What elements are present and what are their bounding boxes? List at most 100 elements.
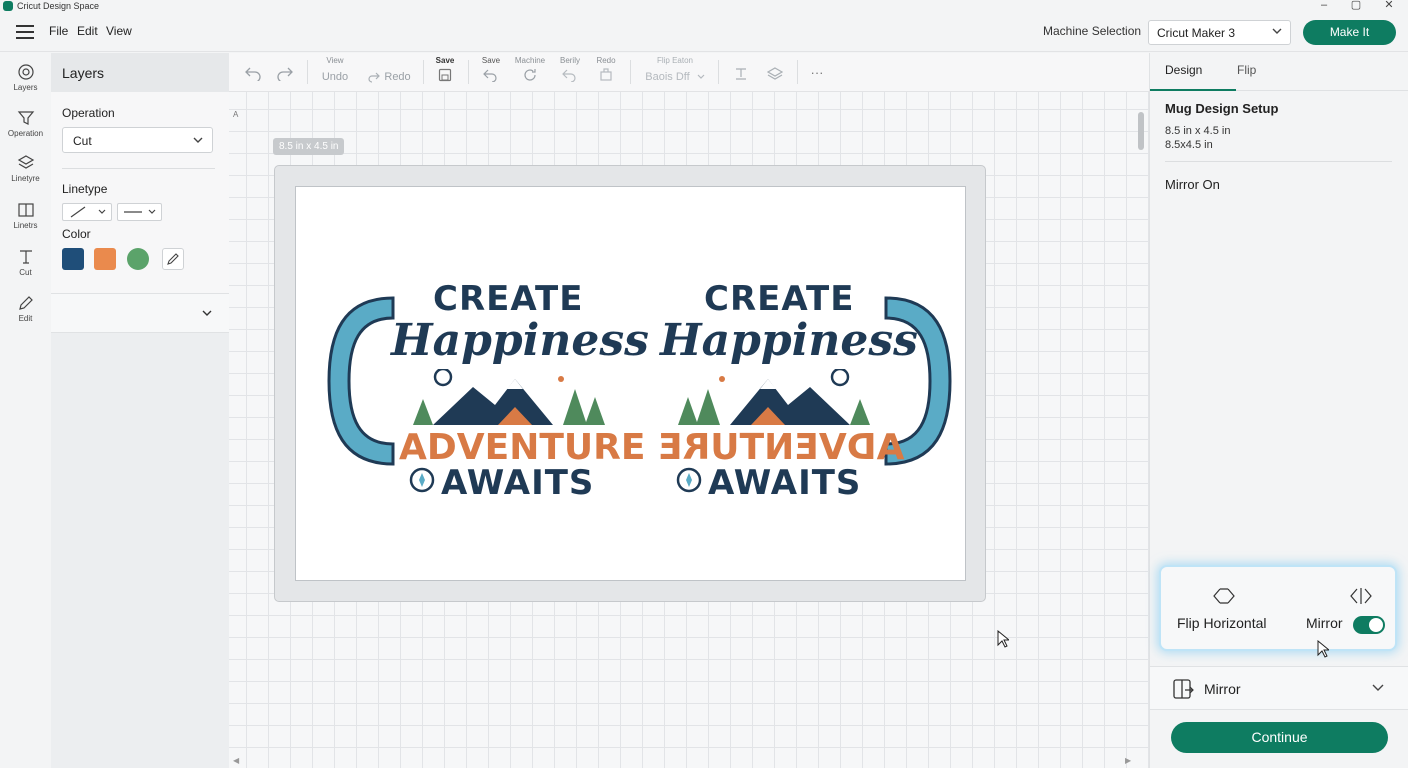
save2-caption: Save [481,56,501,65]
rail-label: Layers [13,83,38,92]
toolbar-separator [423,60,424,84]
berily-button[interactable]: Berily [555,53,585,92]
machine-select[interactable]: Cricut Maker 3 [1148,20,1291,45]
chevron-down-icon [193,137,203,143]
edit-toolbar: View Undo Redo Save Save Machine Berily … [229,53,1149,92]
machine-select-value: Cricut Maker 3 [1157,26,1236,40]
divider [1165,161,1392,162]
chevron-down-icon [1372,684,1384,691]
minimize-button[interactable]: – [1314,0,1334,12]
color-swatch-navy[interactable] [62,248,84,270]
design-left[interactable]: CREATE Happiness ADVENTURE AWAITS [323,277,649,507]
rail-text[interactable]: Cut [0,248,51,277]
undo-icon [562,69,576,82]
color-swatch-orange[interactable] [94,248,116,270]
vertical-scrollbar[interactable] [1138,112,1144,150]
maximize-button[interactable]: ▢ [1346,0,1366,12]
cricut-logo-icon [3,1,13,11]
layers-properties: Operation Cut Linetype Color [51,92,229,293]
more-options-button[interactable]: ··· [805,53,829,92]
close-window-button[interactable]: ✕ [1379,0,1399,12]
line-style-icon [70,206,106,218]
view-undo-button[interactable]: View Undo [317,53,353,92]
toggle-knob [1369,618,1383,632]
operation-select[interactable]: Cut [62,127,213,153]
layers-collapse-toggle[interactable] [51,293,229,333]
title-bar: Cricut Design Space – ▢ ✕ [0,0,1408,12]
design-text-adventure-mirrored: ADVENTURE [658,427,905,468]
design-text-awaits: AWAITS [441,463,595,503]
design-canvas[interactable]: A 8.5 in x 4.5 in CREATE Happiness ADVEN… [229,92,1149,768]
redo-button[interactable]: Redo [361,53,417,92]
tab-flip[interactable]: Flip [1237,63,1256,77]
dimension-badge: 8.5 in x 4.5 in [273,138,345,155]
toolbar-separator [307,60,308,84]
compass-icon [409,467,435,493]
mirror-accordion[interactable]: Mirror [1150,666,1408,710]
scroll-left-arrow[interactable]: ◀ [233,756,239,765]
menu-file[interactable]: File [49,24,68,38]
save-icon [438,68,452,82]
design-right-mirrored[interactable]: CREATE Happiness ADVENTURE AWAITS [656,277,956,507]
linetype-label: Linetype [62,182,108,196]
funnel-icon [17,111,34,125]
mug-template-mat: CREATE Happiness ADVENTURE AWAITS CREATE… [274,165,986,602]
mirror-toggle[interactable] [1353,616,1385,634]
menu-bar: File Edit View Machine Selection Cricut … [0,12,1408,52]
flip-horizontal-icon[interactable] [1212,587,1236,605]
layers-title: Layers [51,53,229,92]
continue-button[interactable]: Continue [1171,722,1388,753]
operation-value: Cut [73,134,92,148]
menu-view[interactable]: View [106,24,132,38]
save-undo-button[interactable]: Save [477,53,505,92]
pencil-icon [18,296,33,310]
linetype-style-select[interactable] [62,203,112,221]
rail-edit[interactable]: Edit [0,294,51,323]
tab-design[interactable]: Design [1165,63,1202,77]
edit-color-button[interactable] [162,248,184,270]
undo-label: Undo [321,71,349,83]
toolbar-separator [468,60,469,84]
rail-linetype[interactable]: Linetyre [0,154,51,183]
rail-linetrs[interactable]: Linetrs [0,201,51,230]
color-swatch-green[interactable] [127,248,149,270]
machine-button[interactable]: Machine [512,53,548,92]
undo-icon-button[interactable] [241,53,265,92]
mug-wrap-area[interactable]: CREATE Happiness ADVENTURE AWAITS CREATE… [295,186,966,581]
redo-icon-button[interactable] [273,53,297,92]
refresh-icon [524,69,536,81]
arrange-button[interactable] [763,53,787,92]
redo-caption-button[interactable]: Redo [592,53,620,92]
active-tab-indicator [1150,89,1236,91]
compass-icon [676,467,702,493]
redo-label: Redo [384,71,411,83]
panels-icon [17,203,34,217]
flip-caption: Flip Eaton [656,56,694,65]
panel-tabs: Design Flip [1150,53,1408,91]
flip-dropdown[interactable]: Flip Eaton Baois Dff [639,53,711,92]
make-it-button[interactable]: Make It [1303,20,1396,45]
scroll-right-arrow[interactable]: ▶ [1125,756,1131,765]
design-text-create: CREATE [433,279,584,319]
app-title: Cricut Design Space [17,1,100,11]
ruler-mark: A [233,110,239,119]
flip-horizontal-label[interactable]: Flip Horizontal [1177,615,1266,631]
design-text-happiness: Happiness [391,315,649,366]
text-align-button[interactable] [729,53,753,92]
rail-operation[interactable]: Operation [0,109,51,138]
rail-layers[interactable]: Layers [0,63,51,92]
redo-caption-spacer [361,56,417,65]
undo-icon [483,69,497,82]
design-text-awaits: AWAITS [708,463,862,503]
rail-label: Edit [18,314,33,323]
menu-edit[interactable]: Edit [77,24,98,38]
redo-icon [368,72,381,83]
left-tool-rail: Layers Operation Linetyre Linetrs Cut Ed… [0,53,51,768]
save-button[interactable]: Save [431,53,459,92]
chevron-down-icon [697,74,705,79]
setup-size-line-2: 8.5x4.5 in [1165,139,1213,151]
linetype-weight-select[interactable] [117,203,162,221]
toolbar-separator [718,60,719,84]
hamburger-menu-icon[interactable] [16,25,34,39]
chevron-down-icon [202,310,212,316]
